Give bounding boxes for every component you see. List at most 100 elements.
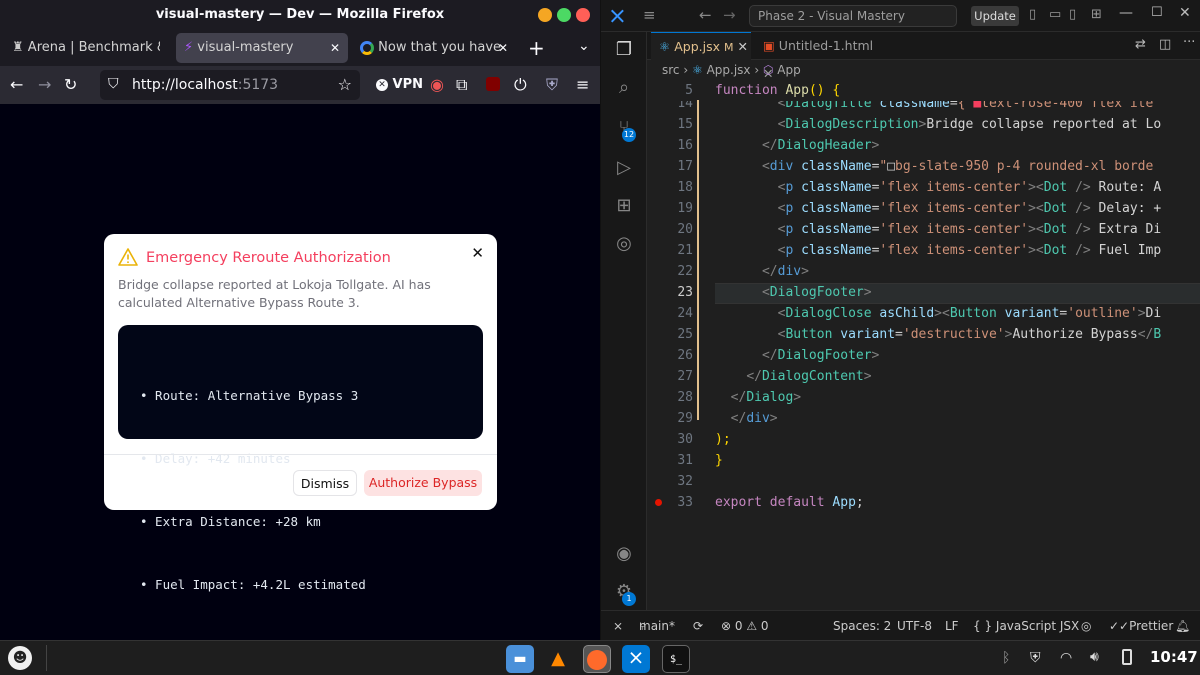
- forward-arrow-icon[interactable]: →: [723, 6, 736, 24]
- shield-icon[interactable]: ⛉: [108, 76, 119, 92]
- forward-arrow-icon[interactable]: →: [38, 75, 51, 95]
- vite-icon: ⚡: [184, 40, 194, 55]
- extensions-puzzle-icon[interactable]: ⧉: [456, 75, 467, 95]
- files-folder-icon[interactable]: ▬: [506, 645, 534, 673]
- wifi-icon[interactable]: ◠: [1060, 650, 1072, 666]
- dismiss-button[interactable]: Dismiss: [293, 470, 357, 496]
- layout-panel-icon[interactable]: ▭: [1049, 7, 1061, 22]
- vscode-logo-icon: ⨉: [611, 7, 624, 26]
- taskbar: ☻ ▬ ▲ ⨉ $_ ᛒ ⛨ ◠ 🔊︎ 10:47: [0, 640, 1200, 675]
- editor-tabs: ⚛ App.jsx M ✕ ▣ Untitled-1.html ✕ ⇄ ◫ ··…: [647, 32, 1200, 81]
- close-icon[interactable]: ✕: [471, 244, 484, 262]
- extensions-icon[interactable]: ⊞: [612, 194, 636, 218]
- volume-icon[interactable]: 🔊︎: [1090, 649, 1099, 665]
- copilot-icon[interactable]: ◎: [1081, 611, 1091, 641]
- divider: [46, 645, 47, 671]
- code-line: }: [715, 453, 723, 468]
- back-arrow-icon[interactable]: ←: [10, 75, 23, 95]
- power-icon[interactable]: ⏻: [514, 75, 527, 95]
- update-button[interactable]: Update: [971, 6, 1019, 26]
- layout-secondary-icon[interactable]: ▯: [1069, 7, 1076, 22]
- code-editor[interactable]: 5 function App() { 14 15 16 17 18 19 20 21 22 23 2…: [647, 80, 1200, 610]
- reload-icon[interactable]: ↻: [64, 75, 77, 95]
- firefox-icon: [587, 650, 607, 670]
- security-shield-icon[interactable]: ⛨: [1030, 650, 1041, 666]
- extension-spy-icon[interactable]: ◉: [430, 75, 444, 95]
- indentation-indicator[interactable]: Spaces: 2: [833, 611, 891, 641]
- close-tab-icon[interactable]: ✕: [498, 33, 508, 63]
- react-icon: ⚛: [691, 63, 703, 77]
- notifications-bell-icon[interactable]: 🔔︎: [1175, 611, 1190, 641]
- code-line: <p className='flex items-center'><Dot />…: [777, 222, 1162, 237]
- close-window-button[interactable]: [576, 8, 590, 22]
- terminal-icon[interactable]: $_: [662, 645, 690, 673]
- url-bar[interactable]: ⛉ http://localhost:5173 ☆: [100, 70, 360, 100]
- breakpoint-dot-icon[interactable]: [655, 499, 662, 506]
- minimize-icon[interactable]: —: [1119, 5, 1133, 21]
- clock[interactable]: 10:47: [1150, 648, 1198, 666]
- tab-visual-mastery[interactable]: ⚡ visual-mastery ✕: [176, 33, 348, 63]
- explorer-icon[interactable]: ❐: [612, 38, 636, 62]
- line-number: 30: [677, 432, 693, 447]
- start-menu-icon[interactable]: ☻: [8, 646, 32, 670]
- firefox-taskbar-icon[interactable]: [583, 645, 611, 673]
- maximize-icon[interactable]: ☐: [1151, 5, 1163, 20]
- vlc-icon[interactable]: ▲: [544, 645, 572, 673]
- bitwarden-shield-icon[interactable]: ⛨: [546, 75, 558, 95]
- language-mode[interactable]: { } JavaScript JSX: [973, 611, 1079, 641]
- code-line: <p className='flex items-center'><Dot />…: [777, 243, 1162, 258]
- bluetooth-icon[interactable]: ᛒ: [1002, 650, 1010, 666]
- split-editor-icon[interactable]: ◫: [1159, 37, 1171, 52]
- code-line: <p className='flex items-center'><Dot />…: [777, 201, 1162, 216]
- run-debug-icon[interactable]: ▷: [612, 156, 636, 180]
- status-bar: ⨯ ⑂ main* ⟳ ⊗ 0 ⚠ 0 Spaces: 2 UTF-8 LF {…: [601, 610, 1200, 640]
- url-text: http://localhost: [132, 77, 238, 93]
- problems-indicator[interactable]: ⊗ 0 ⚠ 0: [721, 611, 769, 641]
- list-tabs-chevron-icon[interactable]: ⌄: [578, 38, 590, 54]
- account-icon[interactable]: ◉: [612, 542, 636, 566]
- remote-explorer-icon[interactable]: ◎: [612, 232, 636, 256]
- sync-icon[interactable]: ⟳: [693, 611, 703, 641]
- minimize-button[interactable]: [538, 8, 552, 22]
- layout-sidebar-icon[interactable]: ▯: [1029, 7, 1036, 22]
- encoding-indicator[interactable]: UTF-8: [897, 611, 932, 641]
- compare-changes-icon[interactable]: ⇄: [1135, 37, 1146, 52]
- tab-untitled-html[interactable]: ▣ Untitled-1.html ✕: [755, 32, 879, 81]
- bookmark-star-icon[interactable]: ☆: [338, 75, 352, 94]
- remote-icon[interactable]: ⨯: [613, 611, 623, 641]
- detail-extra-distance: • Extra Distance: +28 km: [140, 514, 321, 529]
- tab-app-jsx[interactable]: ⚛ App.jsx M ✕: [651, 32, 751, 60]
- eol-indicator[interactable]: LF: [945, 611, 959, 641]
- line-number: 28: [677, 390, 693, 405]
- back-arrow-icon[interactable]: ←: [699, 6, 712, 24]
- battery-icon[interactable]: [1122, 649, 1132, 665]
- emergency-reroute-dialog: Emergency Reroute Authorization ✕ Bridge…: [104, 234, 497, 592]
- maximize-button[interactable]: [557, 8, 571, 22]
- line-number: 29: [677, 411, 693, 426]
- search-icon[interactable]: ⌕: [612, 76, 636, 100]
- scm-badge: 12: [622, 128, 636, 142]
- menu-icon[interactable]: ≡: [643, 6, 656, 24]
- prettier-indicator[interactable]: ✓✓ Prettier: [1109, 611, 1173, 641]
- ublock-icon[interactable]: [486, 77, 500, 91]
- close-icon[interactable]: ✕: [1179, 5, 1191, 21]
- close-tab-icon[interactable]: ✕: [737, 39, 747, 54]
- vscode-taskbar-icon[interactable]: ⨉: [622, 645, 650, 673]
- more-actions-icon[interactable]: ···: [1183, 35, 1195, 50]
- new-tab-button[interactable]: +: [528, 36, 545, 60]
- close-tab-icon[interactable]: ✕: [330, 33, 340, 63]
- navigation-bar: ← → ↻ ⛉ http://localhost:5173 ☆ ✕ VPN ◉ …: [0, 66, 600, 104]
- command-center-search[interactable]: Phase 2 - Visual Mastery: [749, 5, 957, 27]
- activity-bar: ❐ ⌕ ⑂ 12 ▷ ⊞ ◎ ◉ ⚙ 1: [601, 32, 647, 610]
- tab-google[interactable]: Now that you have e ✕: [352, 33, 516, 63]
- vpn-button[interactable]: ✕ VPN: [376, 75, 423, 95]
- line-number: 18: [677, 180, 693, 195]
- customize-layout-icon[interactable]: ⊞: [1091, 7, 1102, 22]
- menu-icon[interactable]: ≡: [576, 75, 589, 95]
- vpn-x-icon: ✕: [376, 78, 388, 91]
- authorize-bypass-button[interactable]: Authorize Bypass: [364, 470, 482, 496]
- firefox-window: visual-mastery — Dev — Mozilla Firefox ♜…: [0, 0, 600, 640]
- tab-arena[interactable]: ♜ Arena | Benchmark &: [4, 33, 170, 63]
- url-port: :5173: [237, 77, 279, 93]
- git-modified-gutter: [697, 100, 699, 420]
